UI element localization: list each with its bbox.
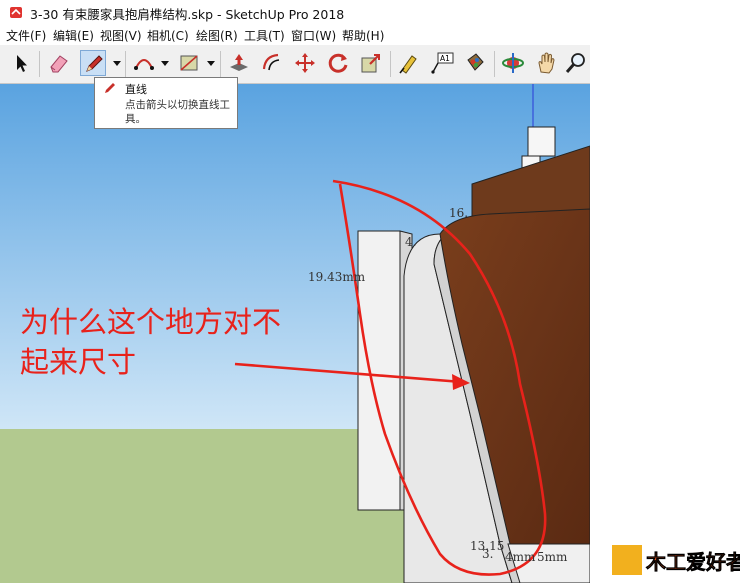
tape-measure-tool-button[interactable] (396, 50, 422, 76)
rotate-tool-button[interactable] (325, 50, 351, 76)
pan-tool-button[interactable] (533, 50, 559, 76)
watermark-text: 木工爱好者 (645, 550, 740, 574)
pencil-icon (105, 83, 115, 93)
sketchup-logo-icon (10, 7, 22, 18)
window-title: 3-30 有束腰家具抱肩榫结构.skp - SketchUp Pro 2018 (30, 7, 345, 22)
arc-icon (134, 59, 154, 70)
menu-draw[interactable]: 绘图(R) (196, 27, 238, 44)
tooltip-description: 点击箭头以切换直线工具。 (125, 99, 230, 125)
pencil-icon (86, 55, 103, 72)
menu-tools[interactable]: 工具(T) (244, 27, 285, 44)
watermark-logo: 木工爱好者 (612, 545, 740, 575)
offset-tool-button[interactable] (259, 50, 285, 76)
menu-bar: 文件(F) 编辑(E) 视图(V) 相机(C) 绘图(R) 工具(T) 窗口(W… (0, 25, 750, 45)
tape-measure-icon (399, 55, 417, 74)
arc-tool-button[interactable] (131, 50, 157, 76)
title-bar: 3-30 有束腰家具抱肩榫结构.skp - SketchUp Pro 2018 (0, 0, 750, 24)
menu-window[interactable]: 窗口(W) (291, 27, 336, 44)
scale-icon (361, 54, 380, 73)
main-toolbar: A1 (0, 45, 590, 84)
dimension-label-6: 4mm (505, 550, 536, 564)
right-blank-panel (590, 45, 750, 583)
line-tool-tooltip: 直线 点击箭头以切换直线工具。 (94, 77, 238, 129)
dimension-label-3: 19.43mm (308, 270, 366, 284)
orbit-tool-button[interactable] (500, 50, 526, 76)
move-tool-button[interactable] (292, 50, 318, 76)
text-tool-button[interactable]: A1 (429, 50, 455, 76)
eraser-icon (50, 55, 68, 73)
eraser-tool-button[interactable] (46, 50, 72, 76)
paint-bucket-tool-button[interactable] (462, 50, 488, 76)
pan-icon (538, 52, 555, 74)
tooltip-title: 直线 (125, 83, 147, 96)
dimension-label-5: 3. (482, 547, 494, 561)
rectangle-icon (180, 55, 198, 71)
text-tool-label: A1 (440, 54, 450, 63)
line-dropdown-arrow-icon[interactable] (113, 59, 121, 67)
dimension-label-1: 16. (449, 206, 469, 220)
drawing-viewport[interactable]: 16. 4. 19.43mm 13.15 3. 4mm 5mm 为什么这个地方对… (0, 84, 590, 583)
menu-camera[interactable]: 相机(C) (147, 27, 189, 44)
move-icon (295, 53, 315, 73)
menu-view[interactable]: 视图(V) (100, 27, 142, 44)
zoom-tool-button[interactable] (563, 50, 589, 76)
select-tool-button[interactable] (8, 50, 34, 76)
push-pull-icon (230, 54, 248, 71)
menu-edit[interactable]: 编辑(E) (53, 27, 94, 44)
scale-tool-button[interactable] (358, 50, 384, 76)
menu-file[interactable]: 文件(F) (6, 27, 46, 44)
rectangle-dropdown-arrow-icon[interactable] (207, 59, 215, 67)
question-annotation-text: 为什么这个地方对不 起来尺寸 (20, 305, 282, 379)
push-pull-tool-button[interactable] (226, 50, 252, 76)
select-icon (17, 55, 27, 72)
dimension-label-2: 4. (405, 235, 417, 249)
orbit-icon (502, 53, 524, 73)
zoom-icon (565, 53, 585, 73)
rotate-icon (328, 53, 348, 73)
line-tool-button[interactable] (80, 50, 106, 76)
tenon-top (527, 126, 556, 157)
text-icon: A1 (431, 52, 454, 74)
rectangle-tool-button[interactable] (176, 50, 202, 76)
paint-bucket-icon (467, 53, 484, 71)
offset-icon (262, 53, 280, 71)
arc-dropdown-arrow-icon[interactable] (161, 59, 169, 67)
menu-help[interactable]: 帮助(H) (342, 27, 384, 44)
dimension-label-7: 5mm (537, 550, 568, 564)
